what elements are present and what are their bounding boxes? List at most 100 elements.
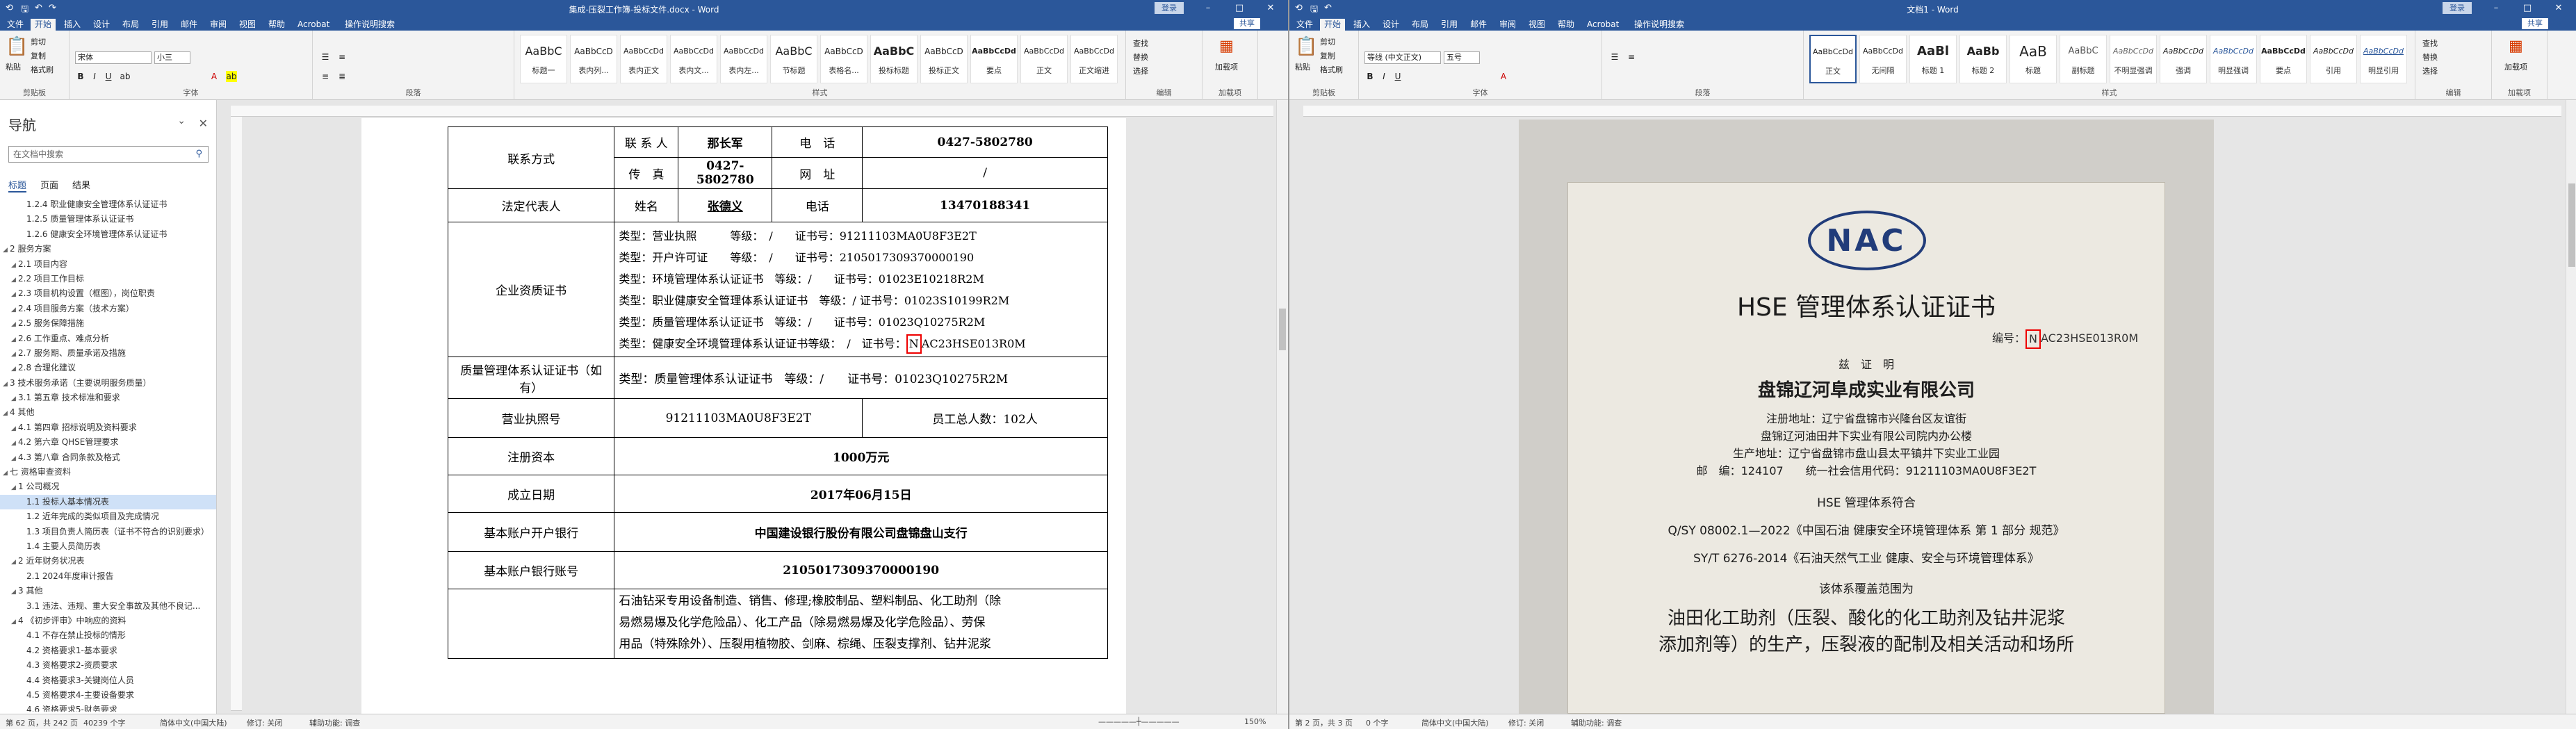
language[interactable]: 简体中文(中国大陆) [1421,717,1489,728]
tab-review[interactable]: 审阅 [206,19,231,31]
nav-heading-item[interactable]: ◢ 七 资格审查资料 [0,465,216,480]
signin-button[interactable]: 登录 [2443,2,2472,14]
track-changes[interactable]: 修订: 关闭 [247,717,282,728]
signin-button[interactable]: 登录 [1155,2,1184,14]
tab-help[interactable]: 帮助 [264,19,289,31]
nav-heading-item[interactable]: ◢ 2 近年财务状况表 [0,554,216,568]
search-icon[interactable]: ⚲ [195,149,202,159]
nav-heading-item[interactable]: ◢ 3.1 第五章 技术标准和要求 [0,391,216,405]
tab-review[interactable]: 审阅 [1495,19,1520,31]
copy-button[interactable]: 复制 [31,50,46,61]
style-card[interactable]: AaBbCcDd 表内正文 [620,35,667,83]
collapse-triangle-icon[interactable]: ◢ [11,422,18,435]
close-icon[interactable]: ✕ [199,117,208,130]
tab-view[interactable]: 视图 [1524,19,1549,31]
collapse-triangle-icon[interactable]: ◢ [11,392,18,405]
collapse-triangle-icon[interactable]: ◢ [11,303,18,316]
vertical-scrollbar[interactable] [2566,100,2576,714]
language[interactable]: 简体中文(中国大陆) [160,717,227,728]
collapse-triangle-icon[interactable]: ◢ [11,452,18,465]
nav-heading-item[interactable]: 1.2.4 职业健康安全管理体系认证证书 [0,197,216,212]
tab-acrobat[interactable]: Acrobat [293,19,334,31]
bold-button[interactable]: B [1364,71,1376,82]
addin-icon[interactable]: ▦ [1219,38,1234,55]
style-card[interactable]: AaBbC 节标题 [770,35,817,83]
font-size-box[interactable]: 小三 [154,51,190,64]
close-icon[interactable]: ✕ [1260,3,1281,13]
nav-heading-item[interactable]: ◢ 4.1 第四章 招标说明及资料要求 [0,420,216,435]
nav-heading-item[interactable]: 1.4 主要人员简历表 [0,539,216,554]
italic-button[interactable]: I [89,71,100,82]
nav-tab-results[interactable]: 结果 [72,178,90,191]
share-button[interactable]: 共享 [2522,18,2548,29]
bullets-icon[interactable]: ☰ [1609,51,1620,63]
close-icon[interactable]: ✕ [2548,3,2569,13]
nav-heading-item[interactable]: ◢ 4 《初步评审》中响应的资料 [0,614,216,628]
find-button[interactable]: 查找 [1133,38,1148,49]
replace-button[interactable]: 替换 [2422,51,2438,63]
tab-home[interactable]: 开始 [1320,19,1346,31]
cut-button[interactable]: 剪切 [31,36,46,47]
font-color-icon[interactable]: A [209,71,220,82]
accessibility[interactable]: 辅助功能: 调查 [1571,717,1622,728]
accessibility[interactable]: 辅助功能: 调查 [309,717,360,728]
nav-heading-item[interactable]: ◢ 2.2 项目工作目标 [0,272,216,286]
collapse-triangle-icon[interactable]: ◢ [11,259,18,272]
style-card[interactable]: AaBbCcDd 正文缩进 [1070,35,1118,83]
tab-view[interactable]: 视图 [235,19,260,31]
replace-button[interactable]: 替换 [1133,51,1148,63]
style-card[interactable]: AaBbCcDd 正文 [1020,35,1068,83]
cut-button[interactable]: 剪切 [1320,36,1335,47]
addin-button[interactable]: 加载项 [1215,61,1238,72]
tab-help[interactable]: 帮助 [1554,19,1579,31]
nav-heading-item[interactable]: 4.2 资格要求1-基本要求 [0,644,216,658]
style-card[interactable]: AaBbCcDd 要点 [970,35,1018,83]
nav-heading-item[interactable]: ◢ 3 技术服务承诺（主要说明服务质量） [0,376,216,391]
style-card[interactable]: AaBbCcDd 明显强调 [2210,35,2257,83]
collapse-triangle-icon[interactable]: ◢ [11,347,18,361]
tab-layout[interactable]: 布局 [1408,19,1433,31]
nav-search-input[interactable]: 在文档中搜索 [8,146,209,163]
addin-button[interactable]: 加载项 [2504,61,2527,72]
zoom-level[interactable]: 150% [1244,717,1266,726]
nav-tab-headings[interactable]: 标题 [8,178,27,193]
strikethrough-button[interactable]: ab [120,71,131,82]
nav-heading-item[interactable]: ◢ 2.4 项目服务方案（技术方案） [0,302,216,316]
tell-me-search[interactable]: 操作说明搜索 [341,19,399,31]
select-button[interactable]: 选择 [1133,65,1148,76]
style-card[interactable]: AaBbC 标题一 [520,35,567,83]
nav-heading-item[interactable]: 1.1 投标人基本情况表 [0,494,216,510]
nav-heading-item[interactable]: 4.1 不存在禁止投标的情形 [0,628,216,643]
format-painter-button[interactable]: 格式刷 [31,64,54,75]
paste-button[interactable]: 粘贴 [1295,61,1310,72]
vertical-ruler[interactable] [231,117,242,711]
collapse-triangle-icon[interactable]: ◢ [11,318,18,331]
nav-heading-item[interactable]: 1.2.6 健康安全环境管理体系认证证书 [0,227,216,242]
collapse-triangle-icon[interactable]: ◢ [11,481,18,494]
numbering-icon[interactable]: ≡ [336,51,348,63]
tell-me-search[interactable]: 操作说明搜索 [1630,19,1688,31]
style-card[interactable]: AaBb 标题 2 [1959,35,2007,83]
maximize-icon[interactable]: □ [2517,3,2538,13]
collapse-triangle-icon[interactable]: ◢ [3,466,10,480]
tab-home[interactable]: 开始 [31,19,56,31]
tab-design[interactable]: 设计 [1378,19,1403,31]
zoom-slider[interactable]: —————┼————— [1098,717,1180,726]
nav-heading-item[interactable]: ◢ 4.3 第八章 合同条款及格式 [0,450,216,465]
nav-heading-item[interactable]: 2.1 2024年度审计报告 [0,569,216,584]
nav-heading-item[interactable]: ◢ 1 公司概况 [0,480,216,494]
page-count[interactable]: 第 62 页，共 242 页 [6,717,78,728]
scrollbar-thumb[interactable] [2568,183,2575,267]
bold-button[interactable]: B [75,71,86,82]
nav-heading-item[interactable]: ◢ 4 其他 [0,405,216,420]
style-card[interactable]: AaBbCcDd 无间隔 [1859,35,1907,83]
minimize-icon[interactable]: – [2486,3,2506,13]
collapse-triangle-icon[interactable]: ◢ [3,407,10,420]
font-color-icon[interactable]: A [1498,71,1509,82]
font-name-box[interactable]: 宋体 [75,51,152,64]
collapse-triangle-icon[interactable]: ◢ [11,615,18,628]
tab-references[interactable]: 引用 [147,19,172,31]
tab-file[interactable]: 文件 [1292,19,1317,31]
nav-heading-item[interactable]: 4.3 资格要求2-资质要求 [0,658,216,673]
collapse-triangle-icon[interactable]: ◢ [11,585,18,598]
